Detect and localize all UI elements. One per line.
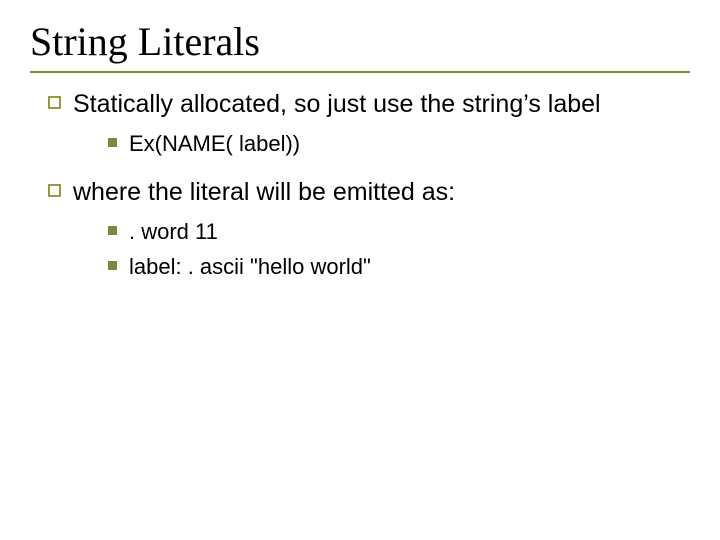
bullet-item-1: Statically allocated, so just use the st… <box>48 89 690 159</box>
sub-bullet-item: label: . ascii "hello world" <box>108 253 690 282</box>
sub-list-1: Ex(NAME( label)) <box>108 130 690 159</box>
bullet-text: where the literal will be emitted as: <box>73 177 455 208</box>
bullet-row: where the literal will be emitted as: <box>48 177 690 208</box>
sub-bullet-text: Ex(NAME( label)) <box>129 130 300 159</box>
filled-square-icon <box>108 138 117 147</box>
filled-square-icon <box>108 226 117 235</box>
sub-list-2: . word 11 label: . ascii "hello world" <box>108 218 690 281</box>
bullet-text: Statically allocated, so just use the st… <box>73 89 601 120</box>
filled-square-icon <box>108 261 117 270</box>
bullet-row: Statically allocated, so just use the st… <box>48 89 690 120</box>
hollow-square-icon <box>48 96 61 109</box>
title-underline <box>30 71 690 73</box>
bullet-item-2: where the literal will be emitted as: . … <box>48 177 690 281</box>
slide: String Literals Statically allocated, so… <box>0 0 720 540</box>
sub-bullet-item: Ex(NAME( label)) <box>108 130 690 159</box>
sub-bullet-text: . word 11 <box>129 218 218 247</box>
sub-bullet-text: label: . ascii "hello world" <box>129 253 371 282</box>
hollow-square-icon <box>48 184 61 197</box>
slide-title: String Literals <box>30 18 690 65</box>
sub-bullet-item: . word 11 <box>108 218 690 247</box>
